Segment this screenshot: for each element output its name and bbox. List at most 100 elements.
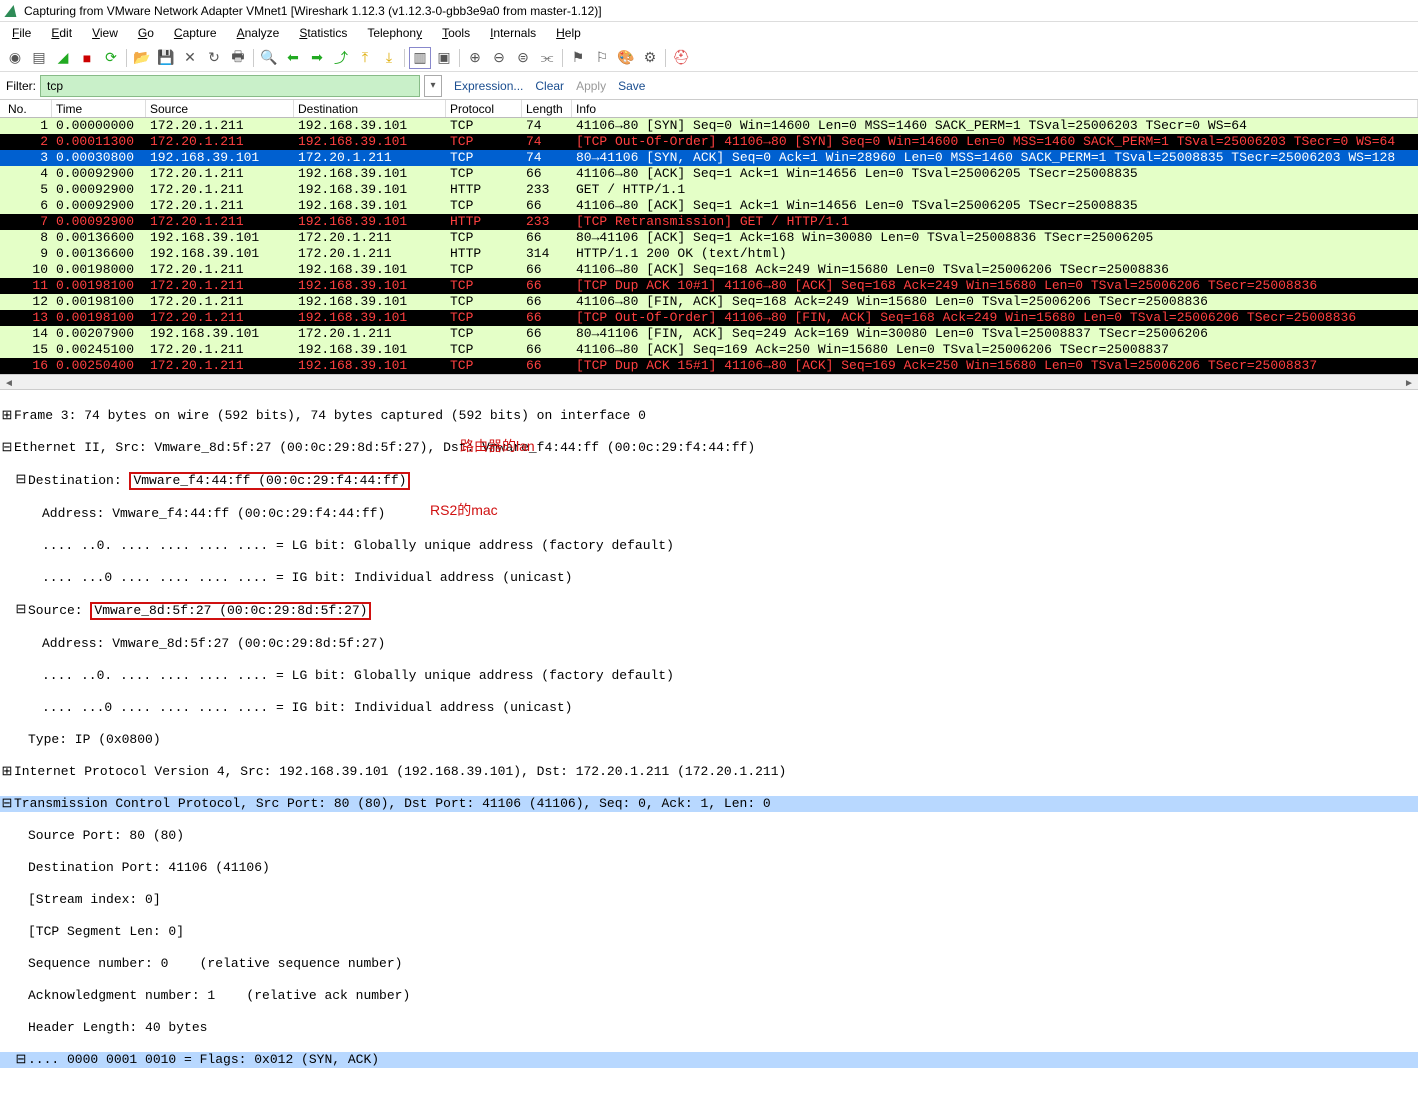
back-icon[interactable]: ⬅ bbox=[282, 47, 304, 69]
packet-row[interactable]: 160.00250400172.20.1.211192.168.39.101TC… bbox=[0, 358, 1418, 374]
menu-capture[interactable]: Capture bbox=[166, 24, 225, 42]
col-time[interactable]: Time bbox=[52, 100, 146, 117]
collapse-icon[interactable]: ⊟ bbox=[0, 440, 14, 456]
collapse-icon[interactable]: ⊟ bbox=[14, 602, 28, 618]
zoom-reset-icon[interactable]: ⊜ bbox=[512, 47, 534, 69]
restart-icon[interactable]: ⟳ bbox=[100, 47, 122, 69]
packet-list[interactable]: 10.00000000172.20.1.211192.168.39.101TCP… bbox=[0, 118, 1418, 374]
prefs-icon[interactable]: ⚙ bbox=[639, 47, 661, 69]
menu-statistics[interactable]: Statistics bbox=[291, 24, 355, 42]
packet-row[interactable]: 70.00092900172.20.1.211192.168.39.101HTT… bbox=[0, 214, 1418, 230]
title-bar: Capturing from VMware Network Adapter VM… bbox=[0, 0, 1418, 22]
save-link[interactable]: Save bbox=[618, 79, 645, 93]
help-icon[interactable]: ⛑ bbox=[670, 47, 692, 69]
annotation-router-lan: 路由器的lan bbox=[460, 438, 535, 454]
menu-file[interactable]: File bbox=[4, 24, 39, 42]
packet-row[interactable]: 150.00245100172.20.1.211192.168.39.101TC… bbox=[0, 342, 1418, 358]
col-source[interactable]: Source bbox=[146, 100, 294, 117]
packet-row[interactable]: 100.00198000172.20.1.211192.168.39.101TC… bbox=[0, 262, 1418, 278]
clear-link[interactable]: Clear bbox=[535, 79, 564, 93]
scroll-left-icon[interactable]: ◄ bbox=[2, 376, 16, 390]
src-port: Source Port: 80 (80) bbox=[28, 828, 184, 844]
print-icon[interactable]: 🖶 bbox=[227, 47, 249, 69]
packet-row[interactable]: 120.00198100172.20.1.211192.168.39.101TC… bbox=[0, 294, 1418, 310]
forward-icon[interactable]: ➡ bbox=[306, 47, 328, 69]
zoom-out-icon[interactable]: ⊖ bbox=[488, 47, 510, 69]
collapse-icon[interactable]: ⊟ bbox=[0, 796, 14, 812]
packet-row[interactable]: 20.00011300172.20.1.211192.168.39.101TCP… bbox=[0, 134, 1418, 150]
menu-help[interactable]: Help bbox=[548, 24, 589, 42]
col-destination[interactable]: Destination bbox=[294, 100, 446, 117]
capture-filters-icon[interactable]: ⚑ bbox=[567, 47, 589, 69]
packet-row[interactable]: 40.00092900172.20.1.211192.168.39.101TCP… bbox=[0, 166, 1418, 182]
h-scrollbar[interactable]: ◄ ► bbox=[0, 374, 1418, 390]
flags-line[interactable]: .... 0000 0001 0010 = Flags: 0x012 (SYN,… bbox=[28, 1052, 379, 1068]
toolbar: ◉ ▤ ◢ ■ ⟳ 📂 💾 ✕ ↻ 🖶 🔍 ⬅ ➡ ⤴ ⤒ ⤓ ▥ ▣ ⊕ ⊖ … bbox=[0, 44, 1418, 72]
dst-port: Destination Port: 41106 (41106) bbox=[28, 860, 270, 876]
find-icon[interactable]: 🔍 bbox=[258, 47, 280, 69]
autoscroll-icon[interactable]: ▣ bbox=[433, 47, 455, 69]
menu-telephony[interactable]: Telephony bbox=[359, 24, 430, 42]
col-length[interactable]: Length bbox=[522, 100, 572, 117]
first-icon[interactable]: ⤒ bbox=[354, 47, 376, 69]
menu-bar: File Edit View Go Capture Analyze Statis… bbox=[0, 22, 1418, 44]
stream-idx: [Stream index: 0] bbox=[28, 892, 161, 908]
display-filters-icon[interactable]: ⚐ bbox=[591, 47, 613, 69]
coloring-rules-icon[interactable]: 🎨 bbox=[615, 47, 637, 69]
packet-list-header: No. Time Source Destination Protocol Len… bbox=[0, 100, 1418, 118]
hdr-len: Header Length: 40 bytes bbox=[28, 1020, 207, 1036]
menu-analyze[interactable]: Analyze bbox=[229, 24, 288, 42]
packet-row[interactable]: 30.00030800192.168.39.101172.20.1.211TCP… bbox=[0, 150, 1418, 166]
source-line[interactable]: Source: Vmware_8d:5f:27 (00:0c:29:8d:5f:… bbox=[28, 602, 371, 620]
packet-row[interactable]: 90.00136600192.168.39.101172.20.1.211HTT… bbox=[0, 246, 1418, 262]
close-icon[interactable]: ✕ bbox=[179, 47, 201, 69]
packet-row[interactable]: 110.00198100172.20.1.211192.168.39.101TC… bbox=[0, 278, 1418, 294]
packet-details[interactable]: ⊞Frame 3: 74 bytes on wire (592 bits), 7… bbox=[0, 390, 1418, 1118]
ethernet-line[interactable]: Ethernet II, Src: Vmware_8d:5f:27 (00:0c… bbox=[14, 440, 755, 456]
window-title: Capturing from VMware Network Adapter VM… bbox=[24, 4, 602, 18]
frame-line[interactable]: Frame 3: 74 bytes on wire (592 bits), 74… bbox=[14, 408, 646, 424]
col-info[interactable]: Info bbox=[572, 100, 1418, 117]
col-protocol[interactable]: Protocol bbox=[446, 100, 522, 117]
annotation-rs2-mac: RS2的mac bbox=[430, 502, 498, 518]
menu-view[interactable]: View bbox=[84, 24, 126, 42]
reload-icon[interactable]: ↻ bbox=[203, 47, 225, 69]
interfaces-icon[interactable]: ◉ bbox=[4, 47, 26, 69]
start-icon[interactable]: ◢ bbox=[52, 47, 74, 69]
dest-line[interactable]: Destination: Vmware_f4:44:ff (00:0c:29:f… bbox=[28, 472, 410, 490]
open-icon[interactable]: 📂 bbox=[131, 47, 153, 69]
zoom-in-icon[interactable]: ⊕ bbox=[464, 47, 486, 69]
menu-internals[interactable]: Internals bbox=[482, 24, 544, 42]
expand-icon[interactable]: ⊞ bbox=[0, 408, 14, 424]
filter-label: Filter: bbox=[6, 79, 36, 93]
expand-icon[interactable]: ⊞ bbox=[0, 764, 14, 780]
packet-row[interactable]: 50.00092900172.20.1.211192.168.39.101HTT… bbox=[0, 182, 1418, 198]
menu-tools[interactable]: Tools bbox=[434, 24, 478, 42]
resize-cols-icon[interactable]: ⫘ bbox=[536, 47, 558, 69]
packet-row[interactable]: 60.00092900172.20.1.211192.168.39.101TCP… bbox=[0, 198, 1418, 214]
ipv4-line[interactable]: Internet Protocol Version 4, Src: 192.16… bbox=[14, 764, 786, 780]
save-icon[interactable]: 💾 bbox=[155, 47, 177, 69]
packet-row[interactable]: 140.00207900192.168.39.101172.20.1.211TC… bbox=[0, 326, 1418, 342]
options-icon[interactable]: ▤ bbox=[28, 47, 50, 69]
filter-dropdown-icon[interactable]: ▾ bbox=[424, 75, 442, 97]
packet-row[interactable]: 10.00000000172.20.1.211192.168.39.101TCP… bbox=[0, 118, 1418, 134]
goto-icon[interactable]: ⤴ bbox=[330, 47, 352, 69]
colorize-icon[interactable]: ▥ bbox=[409, 47, 431, 69]
packet-row[interactable]: 80.00136600192.168.39.101172.20.1.211TCP… bbox=[0, 230, 1418, 246]
col-no[interactable]: No. bbox=[4, 100, 52, 117]
scroll-right-icon[interactable]: ► bbox=[1402, 376, 1416, 390]
expression-link[interactable]: Expression... bbox=[454, 79, 523, 93]
tcp-line[interactable]: Transmission Control Protocol, Src Port:… bbox=[14, 796, 771, 812]
menu-go[interactable]: Go bbox=[130, 24, 162, 42]
wireshark-icon bbox=[4, 5, 19, 17]
packet-row[interactable]: 130.00198100172.20.1.211192.168.39.101TC… bbox=[0, 310, 1418, 326]
collapse-icon[interactable]: ⊟ bbox=[14, 1052, 28, 1068]
last-icon[interactable]: ⤓ bbox=[378, 47, 400, 69]
apply-link[interactable]: Apply bbox=[576, 79, 606, 93]
stop-icon[interactable]: ■ bbox=[76, 47, 98, 69]
collapse-icon[interactable]: ⊟ bbox=[14, 472, 28, 488]
menu-edit[interactable]: Edit bbox=[43, 24, 80, 42]
filter-input[interactable]: tcp bbox=[40, 75, 420, 97]
ack-num: Acknowledgment number: 1 (relative ack n… bbox=[28, 988, 410, 1004]
